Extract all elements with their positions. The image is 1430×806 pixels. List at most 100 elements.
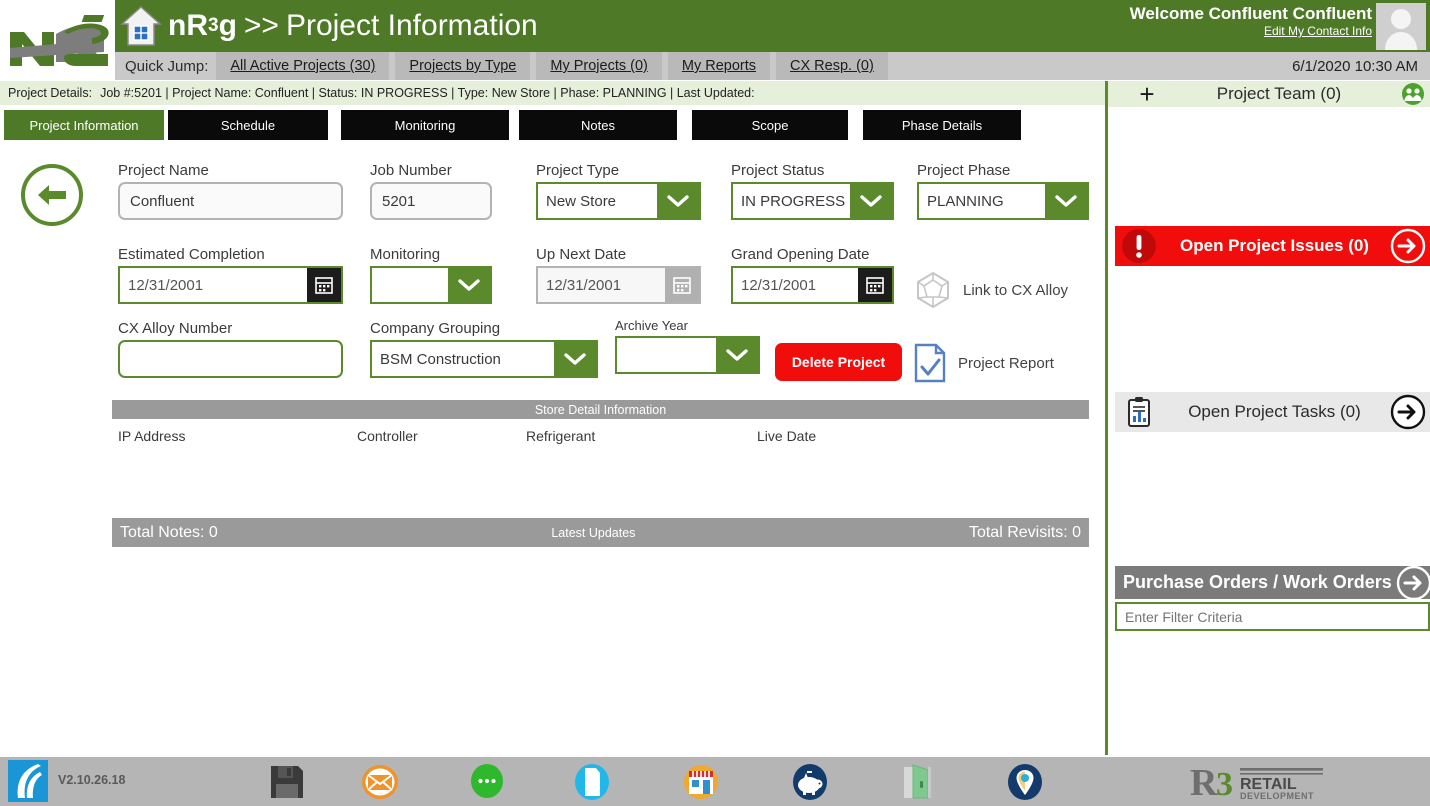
grand-opening-date-value: 12/31/2001 — [733, 277, 858, 294]
job-number-label: Job Number — [370, 162, 492, 179]
quick-jump-all-active-projects[interactable]: All Active Projects (30) — [216, 52, 389, 80]
field-job-number: Job Number — [370, 162, 492, 220]
job-number-input[interactable] — [370, 182, 492, 220]
link-to-cx-alloy[interactable]: Link to CX Alloy — [913, 270, 1068, 310]
project-type-value: New Store — [538, 193, 657, 210]
back-arrow-icon — [35, 180, 69, 210]
edit-contact-info-link[interactable]: Edit My Contact Info — [1130, 24, 1372, 39]
store-col-refrigerant: Refrigerant — [526, 428, 595, 444]
archive-year-select[interactable] — [615, 336, 760, 374]
clipboard-chart-icon — [1115, 396, 1163, 428]
quick-jump-cx-resp[interactable]: CX Resp. (0) — [776, 52, 888, 80]
page-title: nR3g >> Project Information — [168, 4, 538, 48]
email-envelope-icon[interactable] — [360, 763, 400, 806]
purchase-orders-filter-input[interactable] — [1115, 602, 1430, 631]
project-phase-value: PLANNING — [919, 193, 1045, 210]
field-cx-alloy-number: CX Alloy Number — [118, 320, 343, 378]
back-button[interactable] — [21, 164, 83, 226]
tab-project-information[interactable]: Project Information — [4, 110, 164, 140]
home-icon[interactable] — [120, 4, 162, 48]
store-front-icon[interactable] — [681, 763, 721, 806]
project-details-summary: Job #:5201 | Project Name: Confluent | S… — [92, 86, 755, 100]
up-next-date-label: Up Next Date — [536, 246, 701, 263]
project-details-bar: Project Details: Job #:5201 | Project Na… — [0, 81, 1105, 105]
grand-opening-date-field[interactable]: 12/31/2001 — [731, 266, 894, 304]
arrow-right-icon[interactable] — [1386, 393, 1430, 431]
field-grand-opening-date: Grand Opening Date 12/31/2001 — [731, 246, 894, 304]
project-report-link[interactable]: Project Report — [912, 343, 1054, 383]
piggy-bank-icon[interactable] — [790, 763, 830, 806]
store-detail-header: Store Detail Information — [112, 400, 1089, 419]
field-estimated-completion: Estimated Completion 12/31/2001 — [118, 246, 343, 304]
application-window: nR3g >> Project Information Welcome Conf… — [0, 0, 1430, 806]
project-name-input[interactable] — [118, 182, 343, 220]
tab-scope[interactable]: Scope — [692, 110, 848, 140]
tab-notes[interactable]: Notes — [519, 110, 677, 140]
calendar-icon — [665, 268, 699, 302]
chevron-down-icon[interactable] — [1045, 184, 1087, 218]
calendar-icon[interactable] — [307, 268, 341, 302]
calendar-icon[interactable] — [858, 268, 892, 302]
quick-jump-my-reports[interactable]: My Reports — [668, 52, 770, 80]
quick-jump-label: Quick Jump: — [115, 58, 216, 75]
project-status-select[interactable]: IN PROGRESS — [731, 182, 894, 220]
delete-project-button[interactable]: Delete Project — [775, 343, 902, 381]
company-swirl-logo — [8, 760, 48, 802]
project-name-label: Project Name — [118, 162, 343, 179]
save-floppy-icon[interactable] — [268, 763, 306, 806]
nrg-logo[interactable] — [0, 0, 115, 81]
total-notes: Total Notes: 0 — [120, 524, 218, 542]
store-col-ip-address: IP Address — [118, 428, 185, 444]
r3-retail-development-logo: R 3 RETAIL DEVELOPMENT — [1190, 763, 1325, 806]
tab-schedule[interactable]: Schedule — [168, 110, 328, 140]
alert-exclamation-icon — [1115, 227, 1163, 265]
store-detail-columns: IP Address Controller Refrigerant Live D… — [112, 428, 1089, 458]
main-content: Project Name Job Number Project Type New… — [0, 140, 1105, 755]
door-open-icon[interactable] — [898, 763, 936, 806]
arrow-right-icon[interactable] — [1392, 564, 1430, 602]
map-pin-icon[interactable] — [1005, 763, 1045, 806]
quick-jump-my-projects[interactable]: My Projects (0) — [536, 52, 662, 80]
chat-message-icon[interactable] — [467, 763, 507, 806]
team-people-icon[interactable] — [1396, 82, 1430, 106]
chevron-down-icon[interactable] — [657, 184, 699, 218]
chevron-down-icon[interactable] — [850, 184, 892, 218]
open-project-issues-button[interactable]: Open Project Issues (0) — [1115, 226, 1430, 266]
estimated-completion-value: 12/31/2001 — [120, 277, 307, 294]
quick-jump-bar: Quick Jump: All Active Projects (30) Pro… — [115, 52, 1430, 80]
project-report-label: Project Report — [958, 355, 1054, 372]
tab-monitoring[interactable]: Monitoring — [341, 110, 509, 140]
field-project-status: Project Status IN PROGRESS — [731, 162, 894, 220]
app-name-tail: g — [219, 9, 237, 43]
welcome-user-name: Welcome Confluent Confluent — [1130, 4, 1372, 24]
welcome-block: Welcome Confluent Confluent Edit My Cont… — [1130, 4, 1372, 39]
project-type-select[interactable]: New Store — [536, 182, 701, 220]
company-grouping-value: BSM Construction — [372, 351, 554, 368]
quick-jump-projects-by-type[interactable]: Projects by Type — [395, 52, 530, 80]
chevron-down-icon[interactable] — [716, 338, 758, 372]
purchase-orders-label: Purchase Orders / Work Orders — [1115, 572, 1392, 593]
monitoring-select[interactable] — [370, 266, 492, 304]
field-monitoring: Monitoring — [370, 246, 492, 304]
project-team-label: Project Team (0) — [1162, 84, 1396, 104]
top-header-bar: nR3g >> Project Information Welcome Conf… — [0, 0, 1430, 52]
purchase-orders-header[interactable]: Purchase Orders / Work Orders — [1115, 566, 1430, 599]
estimated-completion-date[interactable]: 12/31/2001 — [118, 266, 343, 304]
field-project-name: Project Name — [118, 162, 343, 220]
company-grouping-select[interactable]: BSM Construction — [370, 340, 598, 378]
right-sidebar: + Project Team (0) Open P — [1105, 81, 1430, 755]
project-team-header[interactable]: + Project Team (0) — [1108, 81, 1430, 107]
avatar[interactable] — [1376, 3, 1426, 50]
page-title-text: Project Information — [286, 9, 538, 43]
field-company-grouping: Company Grouping BSM Construction — [370, 320, 598, 378]
cx-alloy-number-input[interactable] — [118, 340, 343, 378]
chevron-down-icon[interactable] — [554, 342, 596, 376]
open-project-tasks-button[interactable]: Open Project Tasks (0) — [1115, 392, 1430, 432]
document-icon[interactable] — [573, 763, 611, 806]
tab-phase-details[interactable]: Phase Details — [863, 110, 1021, 140]
chevron-down-icon[interactable] — [448, 268, 490, 302]
arrow-right-icon[interactable] — [1386, 227, 1430, 265]
field-archive-year: Archive Year — [615, 318, 760, 374]
add-team-member-icon[interactable]: + — [1132, 81, 1162, 107]
project-phase-select[interactable]: PLANNING — [917, 182, 1089, 220]
